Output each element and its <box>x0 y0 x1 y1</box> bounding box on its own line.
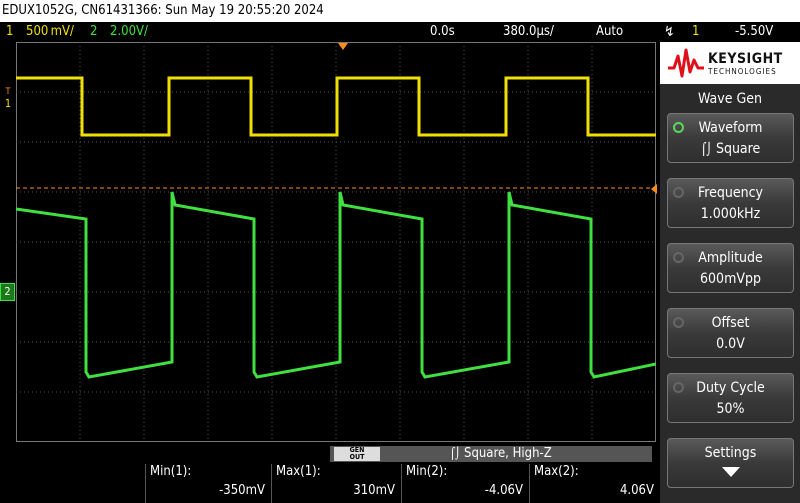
trigger-source[interactable]: 1 <box>692 22 699 42</box>
ch1-scale[interactable]: 500 mV/ <box>26 22 74 42</box>
softkey-frequency[interactable]: Frequency 1.000kHz <box>667 178 794 228</box>
softkey-duty-cycle[interactable]: Duty Cycle 50% <box>667 373 794 423</box>
keysight-logo: KEYSIGHT TECHNOLOGIES <box>660 42 800 84</box>
gen-status-bar: GEN OUT ⌠⌡ Square, High-Z <box>330 446 652 462</box>
measurement-min2[interactable]: Min(2): -4.06V <box>401 464 529 503</box>
graticule <box>16 42 656 442</box>
ch2-trace <box>16 191 656 379</box>
measurement-value: -4.06V <box>484 483 523 498</box>
trigger-level[interactable]: -5.50V <box>735 22 773 42</box>
measurement-value: -350mV <box>219 483 265 498</box>
softkey-value: ⌠⌡ Square <box>668 141 793 157</box>
brand-sub: TECHNOLOGIES <box>708 67 777 76</box>
softkey-label: Waveform <box>698 120 763 136</box>
softkey-value-text: Square <box>715 141 761 157</box>
square-wave-icon: ⌠⌡ <box>450 447 461 460</box>
softkey-settings[interactable]: Settings <box>667 438 794 488</box>
measurement-value: 4.06V <box>619 483 654 498</box>
trigger-edge-icon: ↯ <box>664 24 675 40</box>
trigger-position-marker[interactable] <box>338 43 348 50</box>
status-bar: 1 500 mV/ 2 2.00V/ 0.0s 380.0µs/ Auto ↯ … <box>0 22 800 42</box>
softkey-label: Duty Cycle <box>696 380 765 396</box>
softkey-label: Amplitude <box>698 250 763 266</box>
softkey-label: Offset <box>711 315 750 331</box>
softkey-offset[interactable]: Offset 0.0V <box>667 308 794 358</box>
measurements-bar: Min(1): -350mV Max(1): 310mV Min(2): -4.… <box>0 464 660 503</box>
waveform-display[interactable] <box>16 42 656 442</box>
ch1-marker-label: 1 <box>4 97 12 110</box>
softkey-value: 0.0V <box>716 336 745 352</box>
square-wave-icon: ⌠⌡ <box>700 142 712 156</box>
softkey-waveform[interactable]: Waveform ⌠⌡ Square <box>667 113 794 163</box>
brand-name: KEYSIGHT <box>708 51 783 67</box>
ch1-ground-marker[interactable]: T 1 <box>1 88 15 116</box>
measurement-label: Max(1): <box>276 464 321 479</box>
softkey-value: 1.000kHz <box>700 206 761 222</box>
gen-out-button[interactable]: GEN OUT <box>334 447 380 461</box>
measurement-max2[interactable]: Max(2): 4.06V <box>529 464 660 503</box>
title-bar: EDUX1052G, CN61431366: Sun May 19 20:55:… <box>0 0 800 22</box>
softkey-value: 600mVpp <box>700 271 761 287</box>
gen-status-text: ⌠⌡ Square, High-Z <box>450 446 552 462</box>
trigger-mode[interactable]: Auto <box>596 22 623 42</box>
measurement-value: 310mV <box>353 483 395 498</box>
measurement-max1[interactable]: Max(1): 310mV <box>271 464 401 503</box>
ch2-number[interactable]: 2 <box>90 22 97 42</box>
time-scale[interactable]: 380.0µs/ <box>503 22 554 42</box>
measurement-min1[interactable]: Min(1): -350mV <box>145 464 271 503</box>
ch2-scale[interactable]: 2.00V/ <box>110 22 148 42</box>
gen-status-value: Square, High-Z <box>464 446 552 461</box>
softkey-label: Frequency <box>698 185 763 201</box>
gen-out-line2: OUT <box>349 453 365 461</box>
menu-title: Wave Gen <box>698 91 762 107</box>
ch2-ground-marker[interactable]: 2 <box>0 283 15 301</box>
softkey-value: 50% <box>716 401 745 417</box>
down-arrow-icon <box>668 465 793 483</box>
measurement-label: Min(2): <box>406 464 448 479</box>
ch1-number[interactable]: 1 <box>6 22 13 42</box>
ch1-trace <box>16 76 656 137</box>
time-delay[interactable]: 0.0s <box>430 22 455 42</box>
trigger-t-marker: T <box>5 87 11 97</box>
trigger-level-marker[interactable] <box>651 184 657 194</box>
softkey-amplitude[interactable]: Amplitude 600mVpp <box>667 243 794 293</box>
measurement-label: Min(1): <box>150 464 192 479</box>
measurement-label: Max(2): <box>534 464 579 479</box>
keysight-wave-icon <box>668 48 704 78</box>
softkey-label: Settings <box>704 445 757 461</box>
